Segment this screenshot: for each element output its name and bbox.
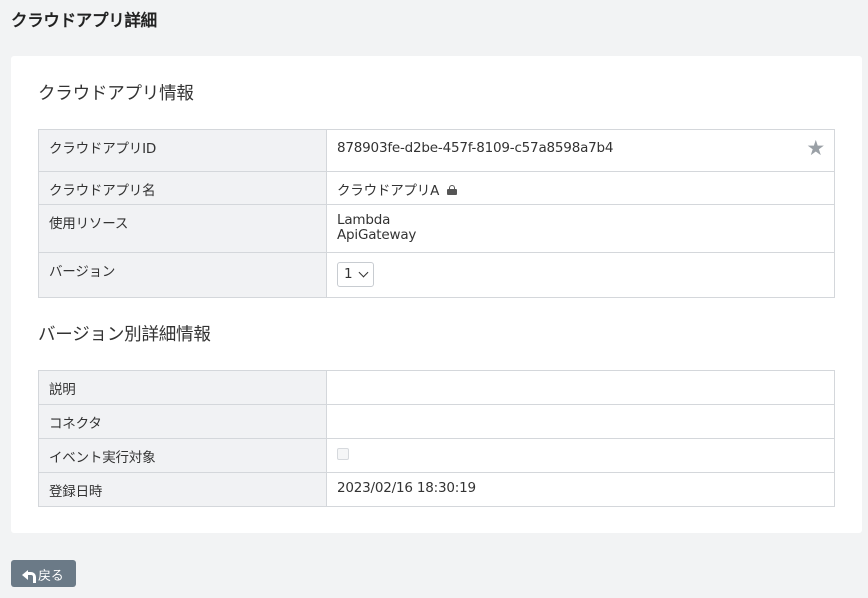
app-info-table: クラウドアプリID 878903fe-d2be-457f-8109-c57a85… — [38, 129, 835, 298]
app-name-label: クラウドアプリ名 — [38, 171, 327, 205]
detail-card: クラウドアプリ情報 クラウドアプリID 878903fe-d2be-457f-8… — [11, 56, 862, 533]
resources-cell: Lambda ApiGateway — [326, 204, 835, 253]
connector-label: コネクタ — [38, 404, 327, 439]
table-row: 使用リソース Lambda ApiGateway — [38, 204, 835, 253]
reply-arrow-icon — [22, 570, 36, 583]
section-title-app-info: クラウドアプリ情報 — [38, 84, 194, 104]
event-target-checkbox — [337, 448, 349, 460]
table-row: コネクタ — [38, 404, 835, 439]
version-selected-value: 1 — [344, 266, 353, 282]
registered-label: 登録日時 — [38, 472, 327, 507]
table-row: 登録日時 2023/02/16 18:30:19 — [38, 472, 835, 507]
description-value — [326, 370, 835, 405]
registered-value: 2023/02/16 18:30:19 — [326, 472, 835, 507]
connector-value — [326, 404, 835, 439]
app-id-cell: 878903fe-d2be-457f-8109-c57a8598a7b4 ★ — [326, 129, 835, 172]
version-info-table: 説明 コネクタ イベント実行対象 登録日時 2023/02/16 18:30:1… — [38, 370, 835, 507]
app-name-cell: クラウドアプリA — [326, 171, 835, 205]
app-id-label: クラウドアプリID — [38, 129, 327, 172]
resource-item: Lambda — [337, 212, 391, 228]
back-button[interactable]: 戻る — [11, 560, 76, 587]
section-title-version-info: バージョン別詳細情報 — [38, 325, 211, 345]
event-target-label: イベント実行対象 — [38, 438, 327, 473]
chevron-down-icon — [358, 267, 369, 278]
star-icon[interactable]: ★ — [806, 138, 825, 159]
app-name-value: クラウドアプリA — [337, 183, 440, 199]
table-row: クラウドアプリID 878903fe-d2be-457f-8109-c57a85… — [38, 129, 835, 172]
table-row: バージョン 1 — [38, 252, 835, 298]
resource-item: ApiGateway — [337, 227, 417, 243]
table-row: イベント実行対象 — [38, 438, 835, 473]
description-label: 説明 — [38, 370, 327, 405]
app-id-value: 878903fe-d2be-457f-8109-c57a8598a7b4 — [337, 140, 614, 156]
event-target-cell — [326, 438, 835, 473]
page-title: クラウドアプリ詳細 — [11, 11, 157, 30]
lock-icon — [447, 185, 458, 195]
resources-label: 使用リソース — [38, 204, 327, 253]
version-cell: 1 — [326, 252, 835, 298]
table-row: クラウドアプリ名 クラウドアプリA — [38, 171, 835, 205]
version-label: バージョン — [38, 252, 327, 298]
back-button-label: 戻る — [38, 569, 64, 584]
table-row: 説明 — [38, 370, 835, 405]
version-select[interactable]: 1 — [337, 262, 374, 287]
